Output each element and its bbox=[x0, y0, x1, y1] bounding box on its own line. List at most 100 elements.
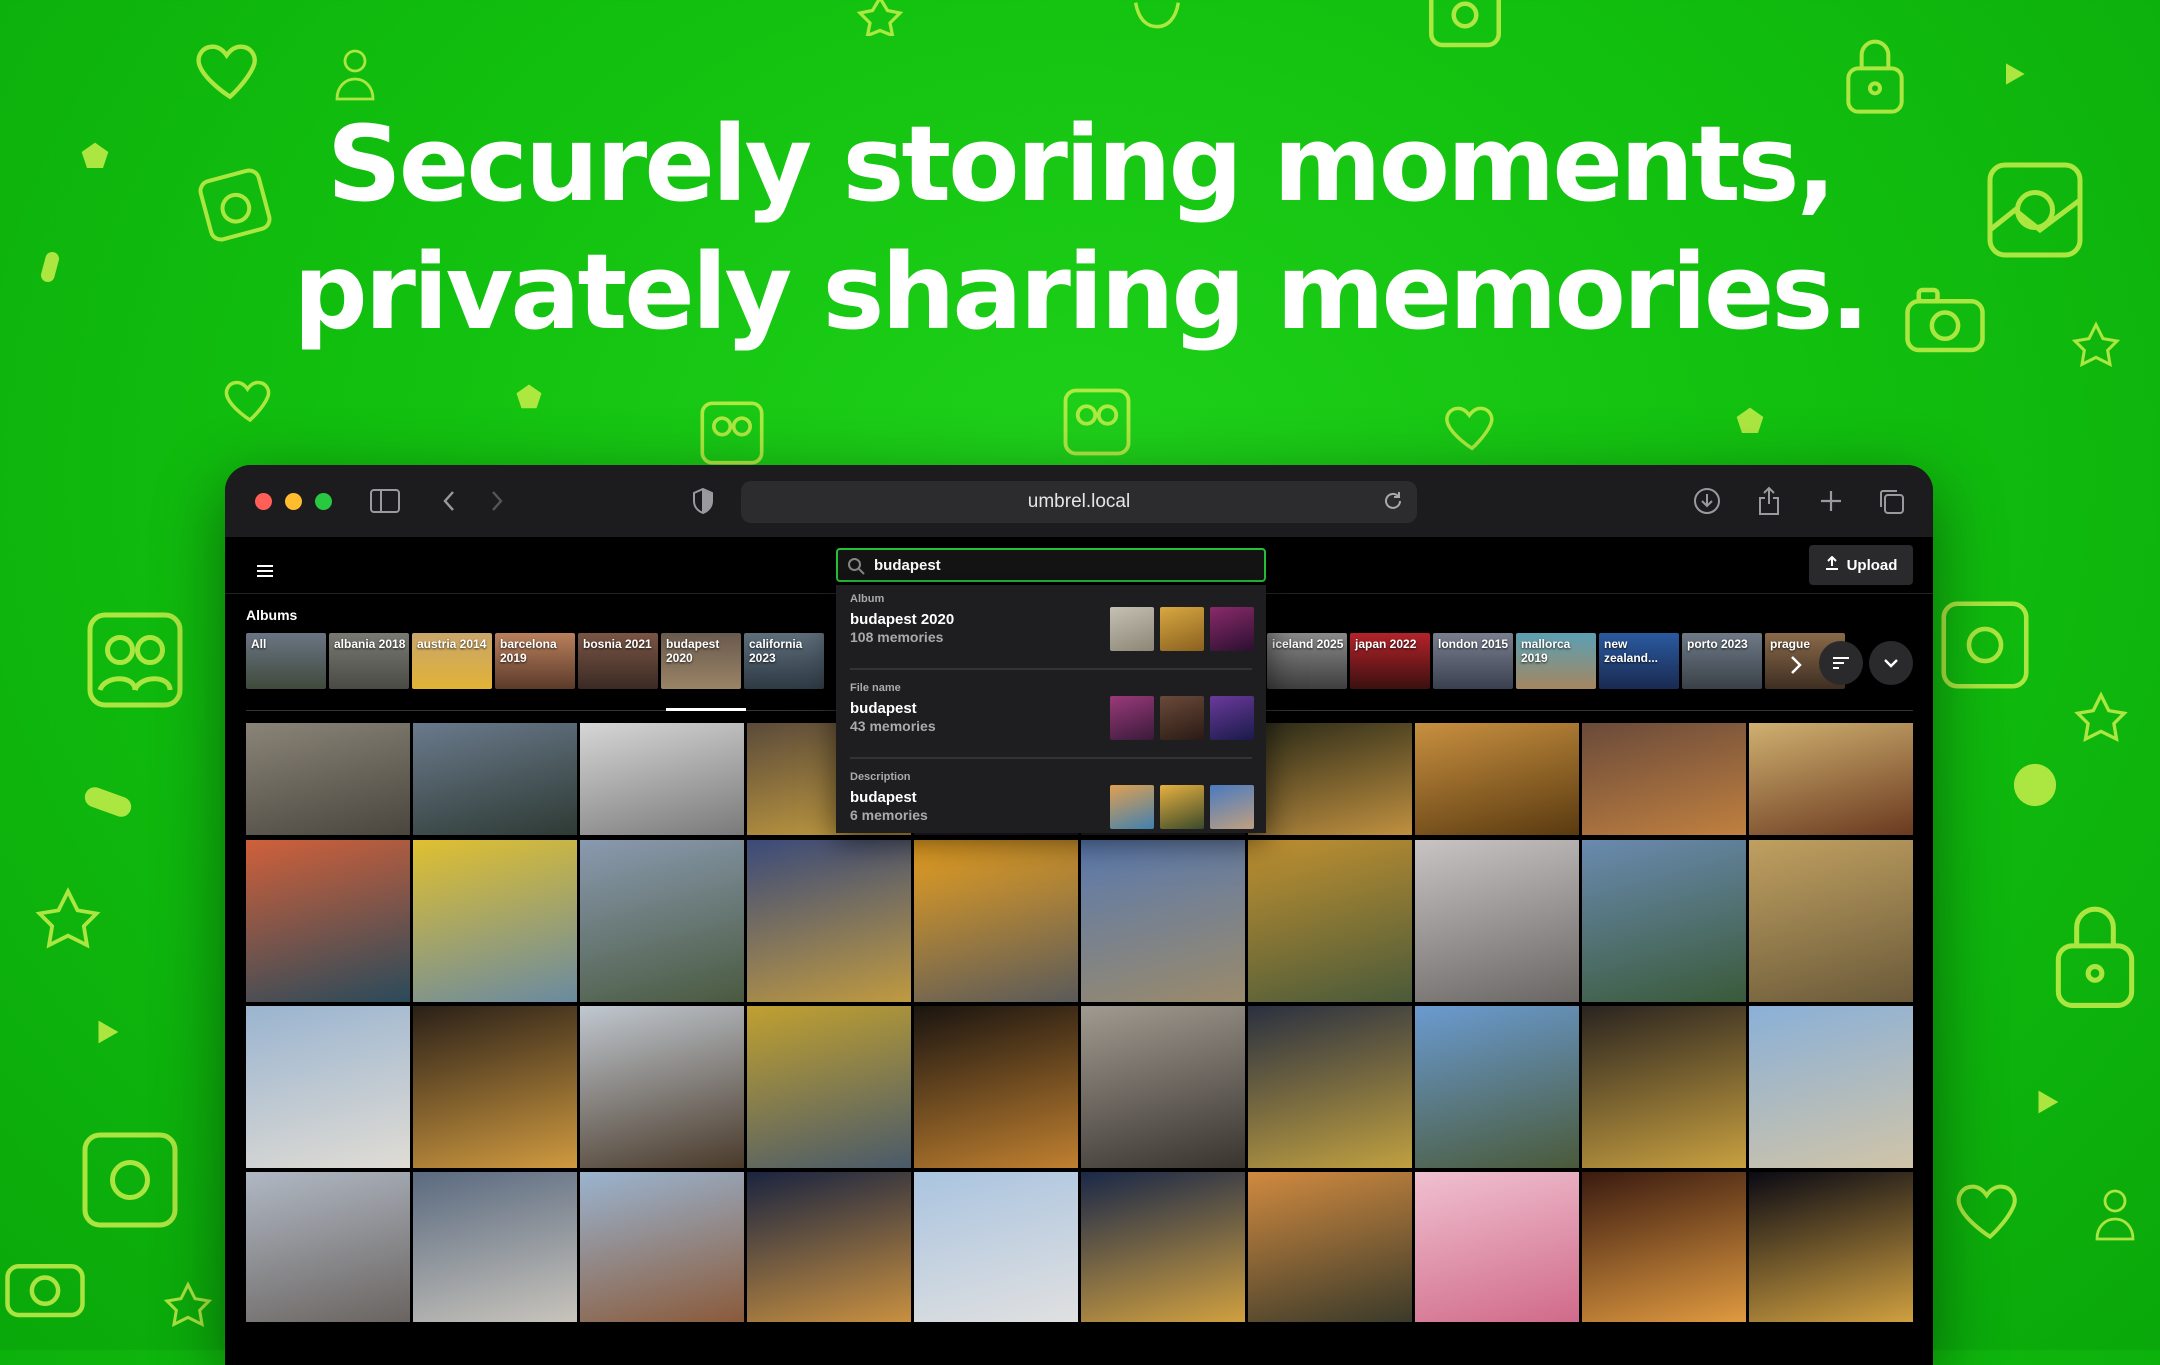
result-thumbnail[interactable] bbox=[1110, 785, 1154, 829]
album-tile[interactable]: bosnia 2021 bbox=[578, 633, 658, 689]
album-label: london 2015 bbox=[1438, 637, 1509, 651]
photo-thumbnail[interactable] bbox=[747, 1172, 911, 1322]
album-tile[interactable]: new zealand... bbox=[1599, 633, 1679, 689]
photo-thumbnail[interactable] bbox=[1248, 1172, 1412, 1322]
result-thumbnail[interactable] bbox=[1210, 607, 1254, 651]
result-thumbnail[interactable] bbox=[1110, 696, 1154, 740]
album-tile[interactable]: california 2023 bbox=[744, 633, 824, 689]
photo-thumbnail[interactable] bbox=[1582, 723, 1746, 835]
album-selected-indicator bbox=[666, 708, 746, 711]
zoom-window-button[interactable] bbox=[315, 493, 332, 510]
star-icon bbox=[160, 1280, 216, 1336]
photo-thumbnail[interactable] bbox=[1081, 1006, 1245, 1168]
album-label: new zealand... bbox=[1604, 637, 1659, 665]
hamburger-menu-icon[interactable] bbox=[255, 563, 275, 579]
album-label: albania 2018 bbox=[334, 637, 406, 651]
photo-thumbnail[interactable] bbox=[914, 1172, 1078, 1322]
headline-line-2: privately sharing memories. bbox=[293, 231, 1870, 353]
result-thumbnail[interactable] bbox=[1110, 607, 1154, 651]
share-icon[interactable] bbox=[1753, 485, 1785, 517]
album-tile[interactable]: budapest 2020 bbox=[661, 633, 741, 689]
minimize-window-button[interactable] bbox=[285, 493, 302, 510]
shield-icon[interactable] bbox=[687, 485, 719, 517]
result-thumbnail[interactable] bbox=[1210, 696, 1254, 740]
photo-thumbnail[interactable] bbox=[1248, 1006, 1412, 1168]
search-result-group[interactable]: Album budapest 2020 108 memories bbox=[836, 585, 1266, 665]
upload-button[interactable]: Upload bbox=[1809, 545, 1913, 585]
album-tile[interactable]: london 2015 bbox=[1433, 633, 1513, 689]
photo-thumbnail[interactable] bbox=[1415, 1172, 1579, 1322]
album-tile[interactable]: austria 2014 bbox=[412, 633, 492, 689]
search-result-group[interactable]: File name budapest 43 memories bbox=[836, 674, 1266, 754]
album-tile[interactable]: albania 2018 bbox=[329, 633, 409, 689]
photo-thumbnail[interactable] bbox=[747, 840, 911, 1002]
reload-icon[interactable] bbox=[1381, 489, 1407, 515]
photo-thumbnail[interactable] bbox=[914, 840, 1078, 1002]
photo-thumbnail[interactable] bbox=[1248, 723, 1412, 835]
camera-icon bbox=[0, 1250, 90, 1320]
photo-thumbnail[interactable] bbox=[1248, 840, 1412, 1002]
result-thumbnail[interactable] bbox=[1160, 785, 1204, 829]
photo-thumbnail[interactable] bbox=[1582, 1172, 1746, 1322]
search-result-group[interactable]: Description budapest 6 memories bbox=[836, 763, 1266, 843]
photo-thumbnail[interactable] bbox=[246, 840, 410, 1002]
close-window-button[interactable] bbox=[255, 493, 272, 510]
play-icon bbox=[90, 1015, 124, 1049]
album-label: budapest 2020 bbox=[666, 637, 720, 665]
search-input[interactable]: budapest bbox=[836, 548, 1266, 582]
photo-thumbnail[interactable] bbox=[1582, 1006, 1746, 1168]
result-thumbnail[interactable] bbox=[1210, 785, 1254, 829]
photo-thumbnail[interactable] bbox=[914, 1006, 1078, 1168]
photo-thumbnail[interactable] bbox=[413, 840, 577, 1002]
album-tile[interactable]: japan 2022 bbox=[1350, 633, 1430, 689]
albums-heading: Albums bbox=[246, 607, 298, 623]
photo-thumbnail[interactable] bbox=[246, 1006, 410, 1168]
result-thumbnail[interactable] bbox=[1160, 607, 1204, 651]
forward-icon[interactable] bbox=[481, 485, 513, 517]
photo-thumbnail[interactable] bbox=[580, 1006, 744, 1168]
photo-thumbnail[interactable] bbox=[580, 840, 744, 1002]
sort-button[interactable] bbox=[1819, 641, 1863, 685]
photo-thumbnail[interactable] bbox=[413, 1172, 577, 1322]
album-tile[interactable]: porto 2023 bbox=[1682, 633, 1762, 689]
image-icon bbox=[1930, 590, 2040, 700]
album-tile[interactable]: barcelona 2019 bbox=[495, 633, 575, 689]
new-tab-icon[interactable] bbox=[1815, 485, 1847, 517]
album-label: bosnia 2021 bbox=[583, 637, 652, 651]
album-tile[interactable]: iceland 2025 bbox=[1267, 633, 1347, 689]
result-title: budapest 2020 bbox=[850, 611, 955, 628]
result-thumbnail[interactable] bbox=[1160, 696, 1204, 740]
photo-thumbnail[interactable] bbox=[413, 723, 577, 835]
photo-thumbnail[interactable] bbox=[1415, 723, 1579, 835]
expand-albums-button[interactable] bbox=[1869, 641, 1913, 685]
photo-thumbnail[interactable] bbox=[1415, 840, 1579, 1002]
tabs-overview-icon[interactable] bbox=[1875, 485, 1907, 517]
photo-thumbnail[interactable] bbox=[580, 1172, 744, 1322]
people-frame-icon bbox=[75, 600, 195, 720]
photo-thumbnail[interactable] bbox=[1081, 1172, 1245, 1322]
photo-thumbnail[interactable] bbox=[413, 1006, 577, 1168]
album-tile[interactable]: All bbox=[246, 633, 326, 689]
album-label: california 2023 bbox=[749, 637, 803, 665]
search-suggestions-dropdown: Album budapest 2020 108 memories File name b… bbox=[836, 585, 1266, 833]
photo-thumbnail[interactable] bbox=[1749, 723, 1913, 835]
photo-thumbnail[interactable] bbox=[1749, 840, 1913, 1002]
search-value: budapest bbox=[874, 556, 941, 574]
photo-thumbnail[interactable] bbox=[246, 1172, 410, 1322]
pentagon-shape bbox=[1733, 405, 1767, 437]
albums-next-arrow-icon[interactable] bbox=[1781, 645, 1811, 685]
url-bar[interactable]: umbrel.local bbox=[741, 481, 1417, 523]
photo-thumbnail[interactable] bbox=[1582, 840, 1746, 1002]
photo-thumbnail[interactable] bbox=[1081, 840, 1245, 1002]
download-icon[interactable] bbox=[1691, 485, 1723, 517]
back-icon[interactable] bbox=[433, 485, 465, 517]
photo-thumbnail[interactable] bbox=[747, 1006, 911, 1168]
photo-thumbnail[interactable] bbox=[580, 723, 744, 835]
upload-icon bbox=[1825, 555, 1839, 574]
photo-thumbnail[interactable] bbox=[1415, 1006, 1579, 1168]
sidebar-icon[interactable] bbox=[369, 485, 401, 517]
photo-thumbnail[interactable] bbox=[246, 723, 410, 835]
photo-thumbnail[interactable] bbox=[1749, 1006, 1913, 1168]
photo-thumbnail[interactable] bbox=[1749, 1172, 1913, 1322]
album-tile[interactable]: mallorca 2019 bbox=[1516, 633, 1596, 689]
